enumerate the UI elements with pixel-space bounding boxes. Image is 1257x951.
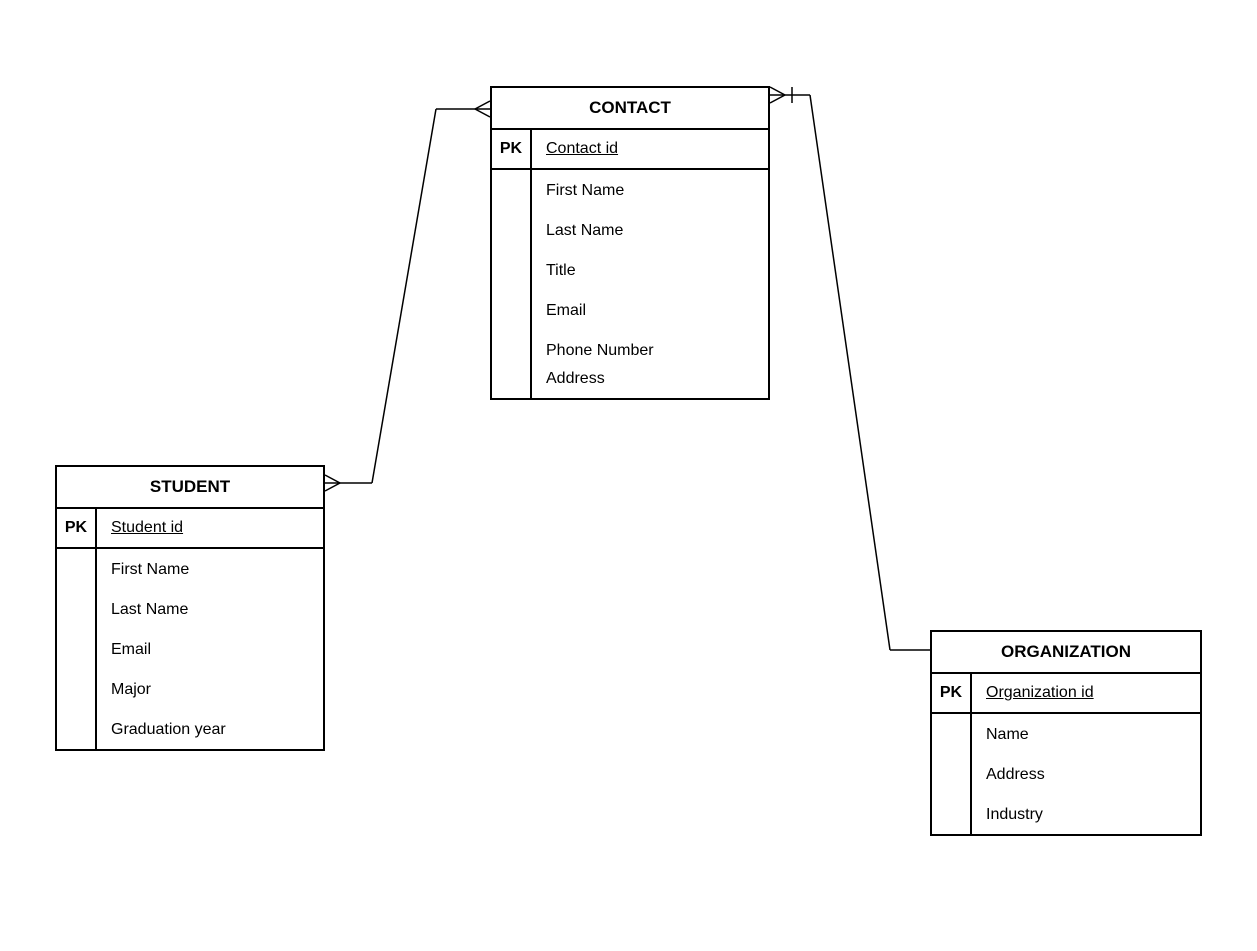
- relation-contact-organization: [770, 87, 930, 650]
- entity-organization-attrs: Name Address Industry: [932, 714, 1200, 834]
- attribute: Graduation year: [111, 721, 309, 739]
- attribute: Email: [111, 641, 309, 659]
- entity-organization-title: ORGANIZATION: [932, 632, 1200, 674]
- attribute: Address: [986, 766, 1186, 784]
- attribute: Last Name: [546, 222, 754, 240]
- attribute: Name: [986, 726, 1186, 744]
- attribute: Title: [546, 262, 754, 280]
- pk-label: PK: [57, 509, 97, 547]
- entity-contact-attrs: First Name Last Name Title Email Phone N…: [492, 170, 768, 398]
- attribute: Industry: [986, 806, 1186, 824]
- relation-student-contact: [325, 101, 490, 491]
- pk-label: PK: [932, 674, 972, 712]
- attribute: Major: [111, 681, 309, 699]
- entity-organization-pk-row: PK Organization id: [932, 674, 1200, 714]
- attribute: Address: [546, 370, 754, 388]
- pk-field: Organization id: [972, 674, 1200, 712]
- entity-student: STUDENT PK Student id First Name Last Na…: [55, 465, 325, 751]
- entity-contact-title: CONTACT: [492, 88, 768, 130]
- entity-contact-pk-row: PK Contact id: [492, 130, 768, 170]
- entity-student-attrs: First Name Last Name Email Major Graduat…: [57, 549, 323, 749]
- attribute: Phone Number: [546, 342, 754, 360]
- attribute: Last Name: [111, 601, 309, 619]
- pk-field: Student id: [97, 509, 323, 547]
- pk-field: Contact id: [532, 130, 768, 168]
- entity-contact: CONTACT PK Contact id First Name Last Na…: [490, 86, 770, 400]
- attribute: First Name: [546, 182, 754, 200]
- attribute: Email: [546, 302, 754, 320]
- attribute: First Name: [111, 561, 309, 579]
- entity-student-pk-row: PK Student id: [57, 509, 323, 549]
- entity-student-title: STUDENT: [57, 467, 323, 509]
- pk-label: PK: [492, 130, 532, 168]
- entity-organization: ORGANIZATION PK Organization id Name Add…: [930, 630, 1202, 836]
